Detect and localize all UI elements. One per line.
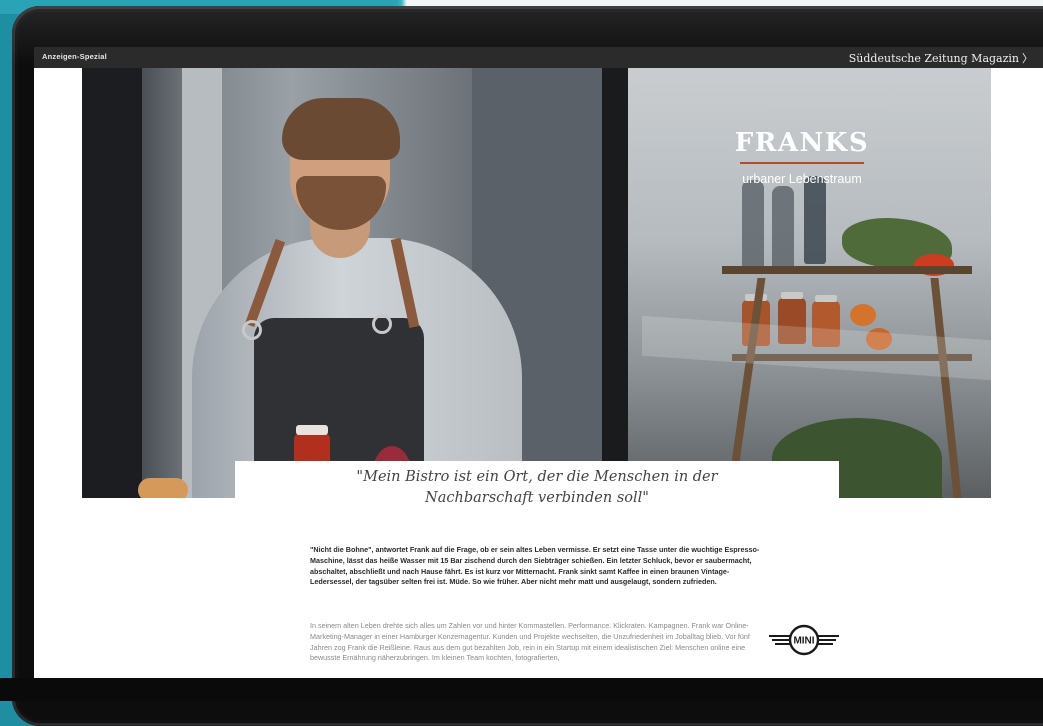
screen: Anzeigen-Spezial Süddeutsche Zeitung Mag… (34, 47, 1043, 678)
article-intro-paragraph: "Nicht die Bohne", antwortet Frank auf d… (310, 545, 760, 587)
hand (138, 478, 188, 498)
quote-box: "Mein Bistro ist ein Ort, der die Mensch… (235, 461, 839, 517)
pull-quote-line-1: "Mein Bistro ist ein Ort, der die Mensch… (356, 469, 718, 485)
top-bar: Anzeigen-Spezial Süddeutsche Zeitung Mag… (34, 47, 1043, 68)
ad-special-label: Anzeigen-Spezial (42, 52, 107, 61)
pull-quote-line-2: Nachbarschaft verbinden soll" (425, 490, 649, 506)
mini-logo-icon: MINI (769, 624, 839, 656)
sz-magazin-logo-text: Süddeutsche Zeitung Magazin (848, 52, 1019, 65)
pumpkin (850, 304, 876, 326)
pull-quote: "Mein Bistro ist ein Ort, der die Mensch… (235, 461, 839, 509)
man-hair (282, 98, 400, 160)
bottle (772, 186, 794, 274)
article-body-paragraph: In seinem alten Leben drehte sich alles … (310, 621, 750, 663)
mini-logo-text: MINI (793, 636, 814, 647)
brand-divider (740, 162, 864, 164)
brand-subtitle: urbaner Lebenstraum (742, 172, 862, 186)
brand-block: FRANKS urbaner Lebenstraum (702, 128, 902, 186)
hero-image: FRANKS urbaner Lebenstraum (82, 68, 991, 498)
sz-magazin-link[interactable]: Süddeutsche Zeitung Magazin 〉 (849, 50, 1033, 66)
doorframe-dark (82, 68, 142, 498)
shelf-top (722, 266, 972, 274)
window-frame (602, 68, 628, 498)
bottle (804, 176, 826, 264)
chevron-right-icon: 〉 (1022, 52, 1033, 65)
laptop-bottom-bezel (0, 678, 1043, 701)
apron-ring (242, 320, 262, 340)
bottle (742, 180, 764, 268)
brand-name: FRANKS (734, 128, 870, 158)
apron-ring (372, 314, 392, 334)
